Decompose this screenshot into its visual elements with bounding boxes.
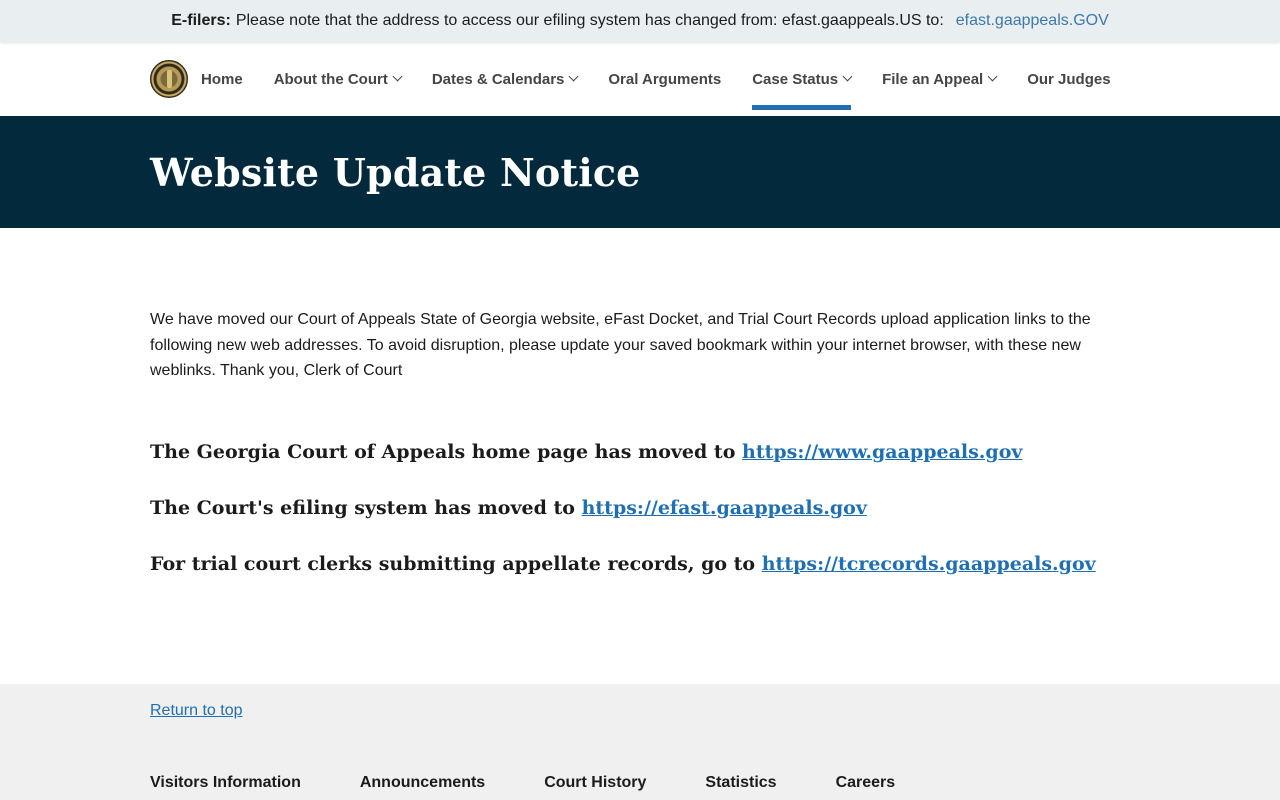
- nav-item-label: Home: [201, 70, 243, 88]
- nav-item-label: Our Judges: [1027, 70, 1111, 88]
- moved-line-efiling: The Court's efiling system has moved to …: [150, 495, 1130, 521]
- footer-link-statistics[interactable]: Statistics: [705, 774, 776, 792]
- nav-item-case-status[interactable]: Case Status: [752, 42, 853, 116]
- moved-line-text: The Court's efiling system has moved to: [150, 496, 575, 519]
- nav-menu: Home About the Court Dates & Calendars O…: [201, 42, 1142, 116]
- chevron-down-icon: [392, 71, 403, 82]
- moved-line-home-page: The Georgia Court of Appeals home page h…: [150, 439, 1130, 465]
- footer-link-careers[interactable]: Careers: [836, 774, 896, 792]
- chevron-down-icon: [842, 71, 853, 82]
- moved-line-text: For trial court clerks submitting appell…: [150, 552, 756, 575]
- nav-item-dates-calendars[interactable]: Dates & Calendars: [431, 42, 579, 116]
- moved-line-text: The Georgia Court of Appeals home page h…: [150, 440, 736, 463]
- alert-message: Please note that the address to access o…: [235, 12, 944, 29]
- footer-link-announcements[interactable]: Announcements: [360, 774, 485, 792]
- efiling-link[interactable]: https://efast.gaappeals.gov: [582, 497, 867, 519]
- page-hero: Website Update Notice: [0, 116, 1280, 228]
- nav-item-our-judges[interactable]: Our Judges: [1027, 42, 1110, 116]
- nav-item-label: Oral Arguments: [608, 70, 722, 88]
- page-title: Website Update Notice: [150, 149, 641, 195]
- intro-paragraph: We have moved our Court of Appeals State…: [150, 311, 1091, 379]
- nav-item-label: About the Court: [273, 70, 388, 88]
- nav-item-about-the-court[interactable]: About the Court: [273, 42, 403, 116]
- main-navigation: Home About the Court Dates & Calendars O…: [0, 42, 1280, 116]
- nav-item-home[interactable]: Home: [201, 42, 243, 116]
- chevron-down-icon: [568, 71, 579, 82]
- page-footer: Return to top Visitors Information Annou…: [0, 684, 1280, 800]
- footer-link-court-history[interactable]: Court History: [544, 774, 646, 792]
- footer-nav: Visitors Information Announcements Court…: [150, 774, 1130, 792]
- tcrecords-link[interactable]: https://tcrecords.gaappeals.gov: [762, 553, 1096, 575]
- moved-links-list: The Georgia Court of Appeals home page h…: [150, 439, 1130, 577]
- nav-item-file-an-appeal[interactable]: File an Appeal: [882, 42, 998, 116]
- footer-link-visitors-information[interactable]: Visitors Information: [150, 774, 301, 792]
- nav-item-label: Dates & Calendars: [431, 70, 565, 88]
- alert-label: E-filers:: [171, 12, 231, 29]
- main-content: We have moved our Court of Appeals State…: [0, 228, 1280, 684]
- court-seal-logo[interactable]: [150, 60, 188, 98]
- nav-item-label: File an Appeal: [882, 70, 984, 88]
- return-to-top-link[interactable]: Return to top: [150, 702, 243, 719]
- home-page-link[interactable]: https://www.gaappeals.gov: [742, 441, 1022, 463]
- nav-item-oral-arguments[interactable]: Oral Arguments: [608, 42, 721, 116]
- alert-efast-link[interactable]: efast.gaappeals.GOV: [956, 12, 1109, 30]
- nav-item-label: Case Status: [752, 70, 839, 88]
- chevron-down-icon: [987, 71, 998, 82]
- efiler-alert-banner: E-filers: Please note that the address t…: [0, 0, 1280, 42]
- moved-line-tcrecords: For trial court clerks submitting appell…: [150, 551, 1130, 577]
